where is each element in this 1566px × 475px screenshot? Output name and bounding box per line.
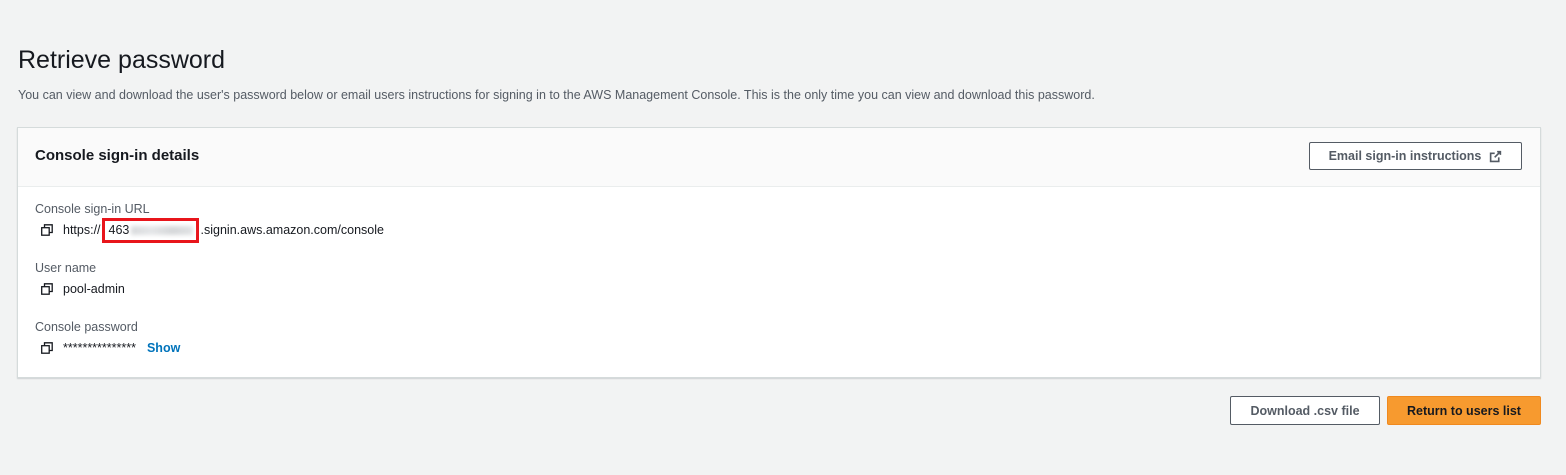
email-button-label: Email sign-in instructions — [1328, 149, 1482, 163]
panel-title: Console sign-in details — [35, 147, 200, 164]
url-prefix: https:// — [63, 223, 101, 237]
username-field: User name pool-admin — [35, 261, 125, 297]
sign-in-url-label: Console sign-in URL — [35, 202, 150, 216]
sign-in-url-field: Console sign-in URL https:// 463 .signin… — [35, 202, 384, 243]
url-suffix: .signin.aws.amazon.com/console — [200, 223, 384, 237]
show-password-link[interactable]: Show — [147, 341, 180, 355]
download-csv-button[interactable]: Download .csv file — [1230, 396, 1380, 425]
email-sign-in-instructions-button[interactable]: Email sign-in instructions — [1309, 142, 1522, 170]
page-description: You can view and download the user's pas… — [18, 88, 1095, 102]
password-value: *************** Show — [35, 340, 180, 356]
username-label: User name — [35, 261, 97, 275]
panel-header: Console sign-in details Email sign-in in… — [18, 128, 1540, 187]
account-id-visible: 463 — [108, 222, 130, 237]
redacted-account-id: 463 — [101, 217, 199, 243]
copy-icon[interactable] — [41, 224, 53, 236]
download-button-label: Download .csv file — [1250, 403, 1360, 418]
sign-in-url-value: https:// 463 .signin.aws.amazon.com/cons… — [35, 217, 384, 243]
return-button-label: Return to users list — [1407, 403, 1521, 418]
password-field: Console password *************** Show — [35, 320, 180, 356]
username-text: pool-admin — [63, 282, 125, 296]
copy-icon[interactable] — [41, 283, 53, 295]
copy-icon[interactable] — [41, 342, 53, 354]
masked-password: *************** — [63, 341, 136, 355]
username-value: pool-admin — [35, 281, 125, 297]
console-sign-in-panel: Console sign-in details Email sign-in in… — [17, 127, 1541, 378]
blurred-account-digits — [131, 225, 194, 235]
password-label: Console password — [35, 320, 138, 334]
return-to-users-list-button[interactable]: Return to users list — [1387, 396, 1541, 425]
page-title: Retrieve password — [18, 46, 226, 74]
external-link-icon — [1489, 150, 1502, 163]
